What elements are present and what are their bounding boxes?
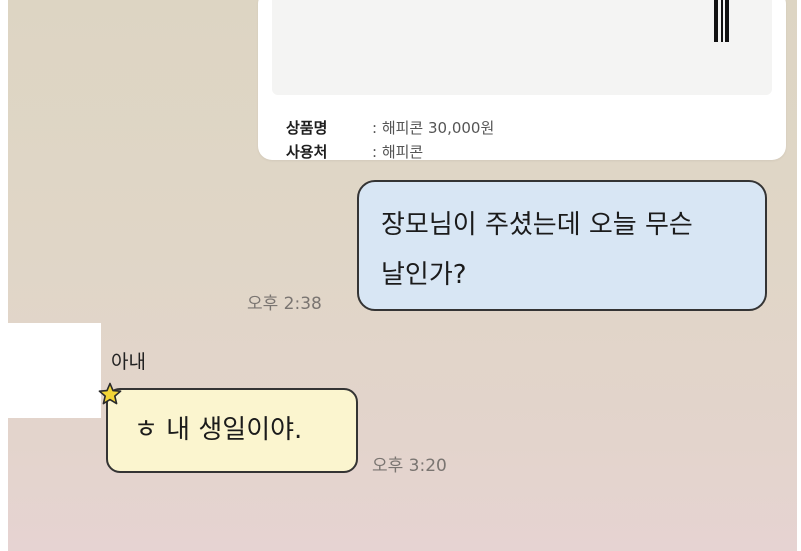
avatar[interactable] [8, 323, 101, 418]
gift-product-row: 상품명 : 해피콘 30,000원 [286, 117, 494, 138]
gift-usage-row: 사용처 : 해피콘 [286, 141, 423, 162]
gift-product-label: 상품명 [286, 119, 328, 137]
my-message-bubble[interactable]: 장모님이 주셨는데 오늘 무슨 날인가? [357, 180, 767, 311]
star-icon [98, 382, 122, 405]
right-edge [797, 0, 801, 551]
left-edge [0, 0, 8, 551]
my-message-line-1: 장모님이 주셨는데 오늘 무슨 [381, 210, 693, 240]
barcode [712, 0, 730, 42]
my-message-time: 오후 2:38 [247, 294, 322, 314]
gift-usage-label: 사용처 [286, 143, 328, 161]
gift-card-image [272, 0, 772, 95]
gift-product-value: : 해피콘 30,000원 [372, 119, 495, 137]
wife-message-text: ㅎ 내 생일이야. [134, 415, 303, 445]
wife-message-time: 오후 3:20 [372, 456, 447, 476]
sender-name: 아내 [111, 351, 146, 373]
gift-usage-value: : 해피콘 [372, 143, 424, 161]
wife-message-bubble[interactable]: ㅎ 내 생일이야. [106, 388, 358, 473]
my-message-line-2: 날인가? [381, 260, 467, 290]
gift-card[interactable]: 상품명 : 해피콘 30,000원 사용처 : 해피콘 [258, 0, 786, 162]
